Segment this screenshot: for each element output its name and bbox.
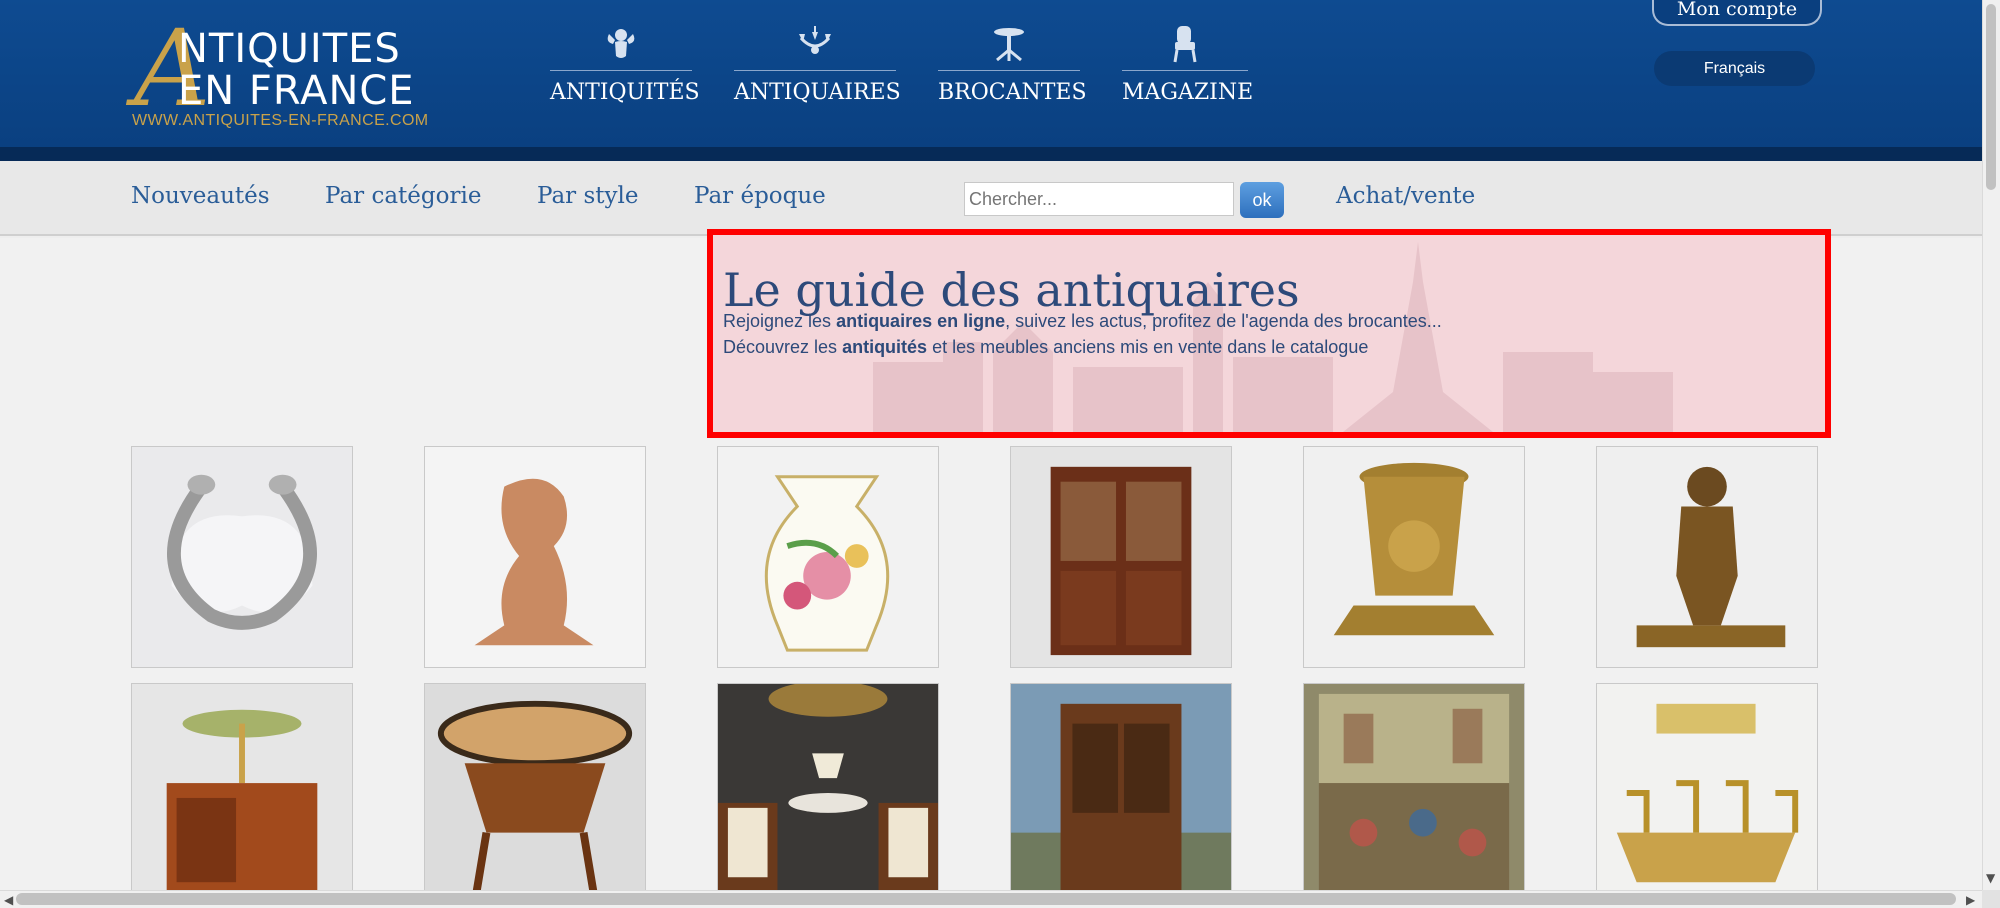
product-thumbnail[interactable]	[131, 446, 353, 668]
product-thumbnail[interactable]	[131, 683, 353, 905]
product-thumbnail[interactable]	[1303, 446, 1525, 668]
product-thumbnail[interactable]	[1596, 446, 1818, 668]
walnut-cabinet-image	[1011, 684, 1231, 904]
marquetry-gueridon-image	[425, 684, 645, 904]
product-thumbnail[interactable]	[717, 446, 939, 668]
my-account-button[interactable]: Mon compte	[1652, 0, 1822, 26]
product-thumbnail[interactable]	[1010, 446, 1232, 668]
product-thumbnail[interactable]	[424, 446, 646, 668]
scroll-down-arrow-icon[interactable]: ▼	[1986, 872, 1995, 884]
nav-magazine-label: MAGAZINE	[1122, 80, 1254, 105]
gilt-figure-vase-image	[1304, 447, 1524, 667]
chandelier-icon	[799, 26, 831, 54]
subnav-par-style[interactable]: Par style	[537, 183, 638, 209]
silver-bracelet-image	[132, 447, 352, 667]
scrollbar-corner	[1982, 890, 2000, 908]
header-strip	[0, 147, 1982, 161]
side-table-icon	[994, 28, 1024, 62]
subnav-achat-vente[interactable]: Achat/vente	[1336, 183, 1475, 209]
nav-antiquites[interactable]: ANTIQUITÉS	[550, 20, 700, 110]
product-thumbnail[interactable]	[717, 683, 939, 905]
product-thumbnail[interactable]	[424, 683, 646, 905]
product-thumbnail[interactable]	[1596, 683, 1818, 905]
site-logo[interactable]: A NTIQUITES EN FRANCE WWW.ANTIQUITES-EN-…	[130, 16, 440, 134]
interior-armchairs-image	[718, 684, 938, 904]
logo-line2: EN FRANCE	[178, 68, 415, 114]
antiquites-link[interactable]: antiquités	[842, 337, 927, 357]
bronze-boy-statue-image	[1597, 447, 1817, 667]
nav-antiquites-label: ANTIQUITÉS	[550, 80, 700, 105]
search-ok-button[interactable]: ok	[1240, 182, 1284, 218]
subnav-par-categorie[interactable]: Par catégorie	[325, 183, 481, 209]
logo-line1: NTIQUITES	[178, 26, 401, 72]
logo-url: WWW.ANTIQUITES-EN-FRANCE.COM	[132, 112, 429, 129]
vertical-scroll-thumb[interactable]	[1986, 4, 1996, 190]
cherub-icon	[607, 29, 635, 58]
nav-brocantes[interactable]: BROCANTES	[938, 20, 1087, 110]
bouillotte-lamp-table-image	[132, 684, 352, 904]
tapestry-image	[1304, 684, 1524, 904]
guide-banner: Le guide des antiquaires Rejoignez les a…	[707, 229, 1831, 438]
bookcase-cabinet-image	[1011, 447, 1231, 667]
antiquaires-en-ligne-link[interactable]: antiquaires en ligne	[836, 311, 1005, 331]
nav-antiquaires-label: ANTIQUAIRES	[734, 80, 901, 105]
guide-intro-line2: Découvrez les antiquités et les meubles …	[723, 337, 1369, 357]
product-thumbnail[interactable]	[1303, 683, 1525, 905]
floral-vase-image	[718, 447, 938, 667]
guide-intro-line1: Rejoignez les antiquaires en ligne, suiv…	[723, 311, 1442, 331]
search-input[interactable]	[964, 182, 1234, 216]
scroll-left-arrow-icon[interactable]: ◀	[4, 894, 13, 906]
language-selector[interactable]: Français	[1654, 51, 1815, 86]
terracotta-figure-image	[425, 447, 645, 667]
guide-title: Le guide des antiquaires	[723, 263, 1300, 317]
dining-table-chairs-image	[1597, 684, 1817, 904]
nav-brocantes-label: BROCANTES	[938, 80, 1087, 105]
subnav-par-epoque[interactable]: Par époque	[694, 183, 826, 209]
scroll-right-arrow-icon[interactable]: ▶	[1966, 894, 1975, 906]
subnav-nouveautes[interactable]: Nouveautés	[131, 183, 270, 209]
horizontal-scroll-thumb[interactable]	[16, 893, 1956, 905]
nav-magazine[interactable]: MAGAZINE	[1122, 20, 1254, 110]
product-thumbnail[interactable]	[1010, 683, 1232, 905]
armchair-icon	[1173, 26, 1197, 63]
nav-antiquaires[interactable]: ANTIQUAIRES	[734, 20, 901, 110]
